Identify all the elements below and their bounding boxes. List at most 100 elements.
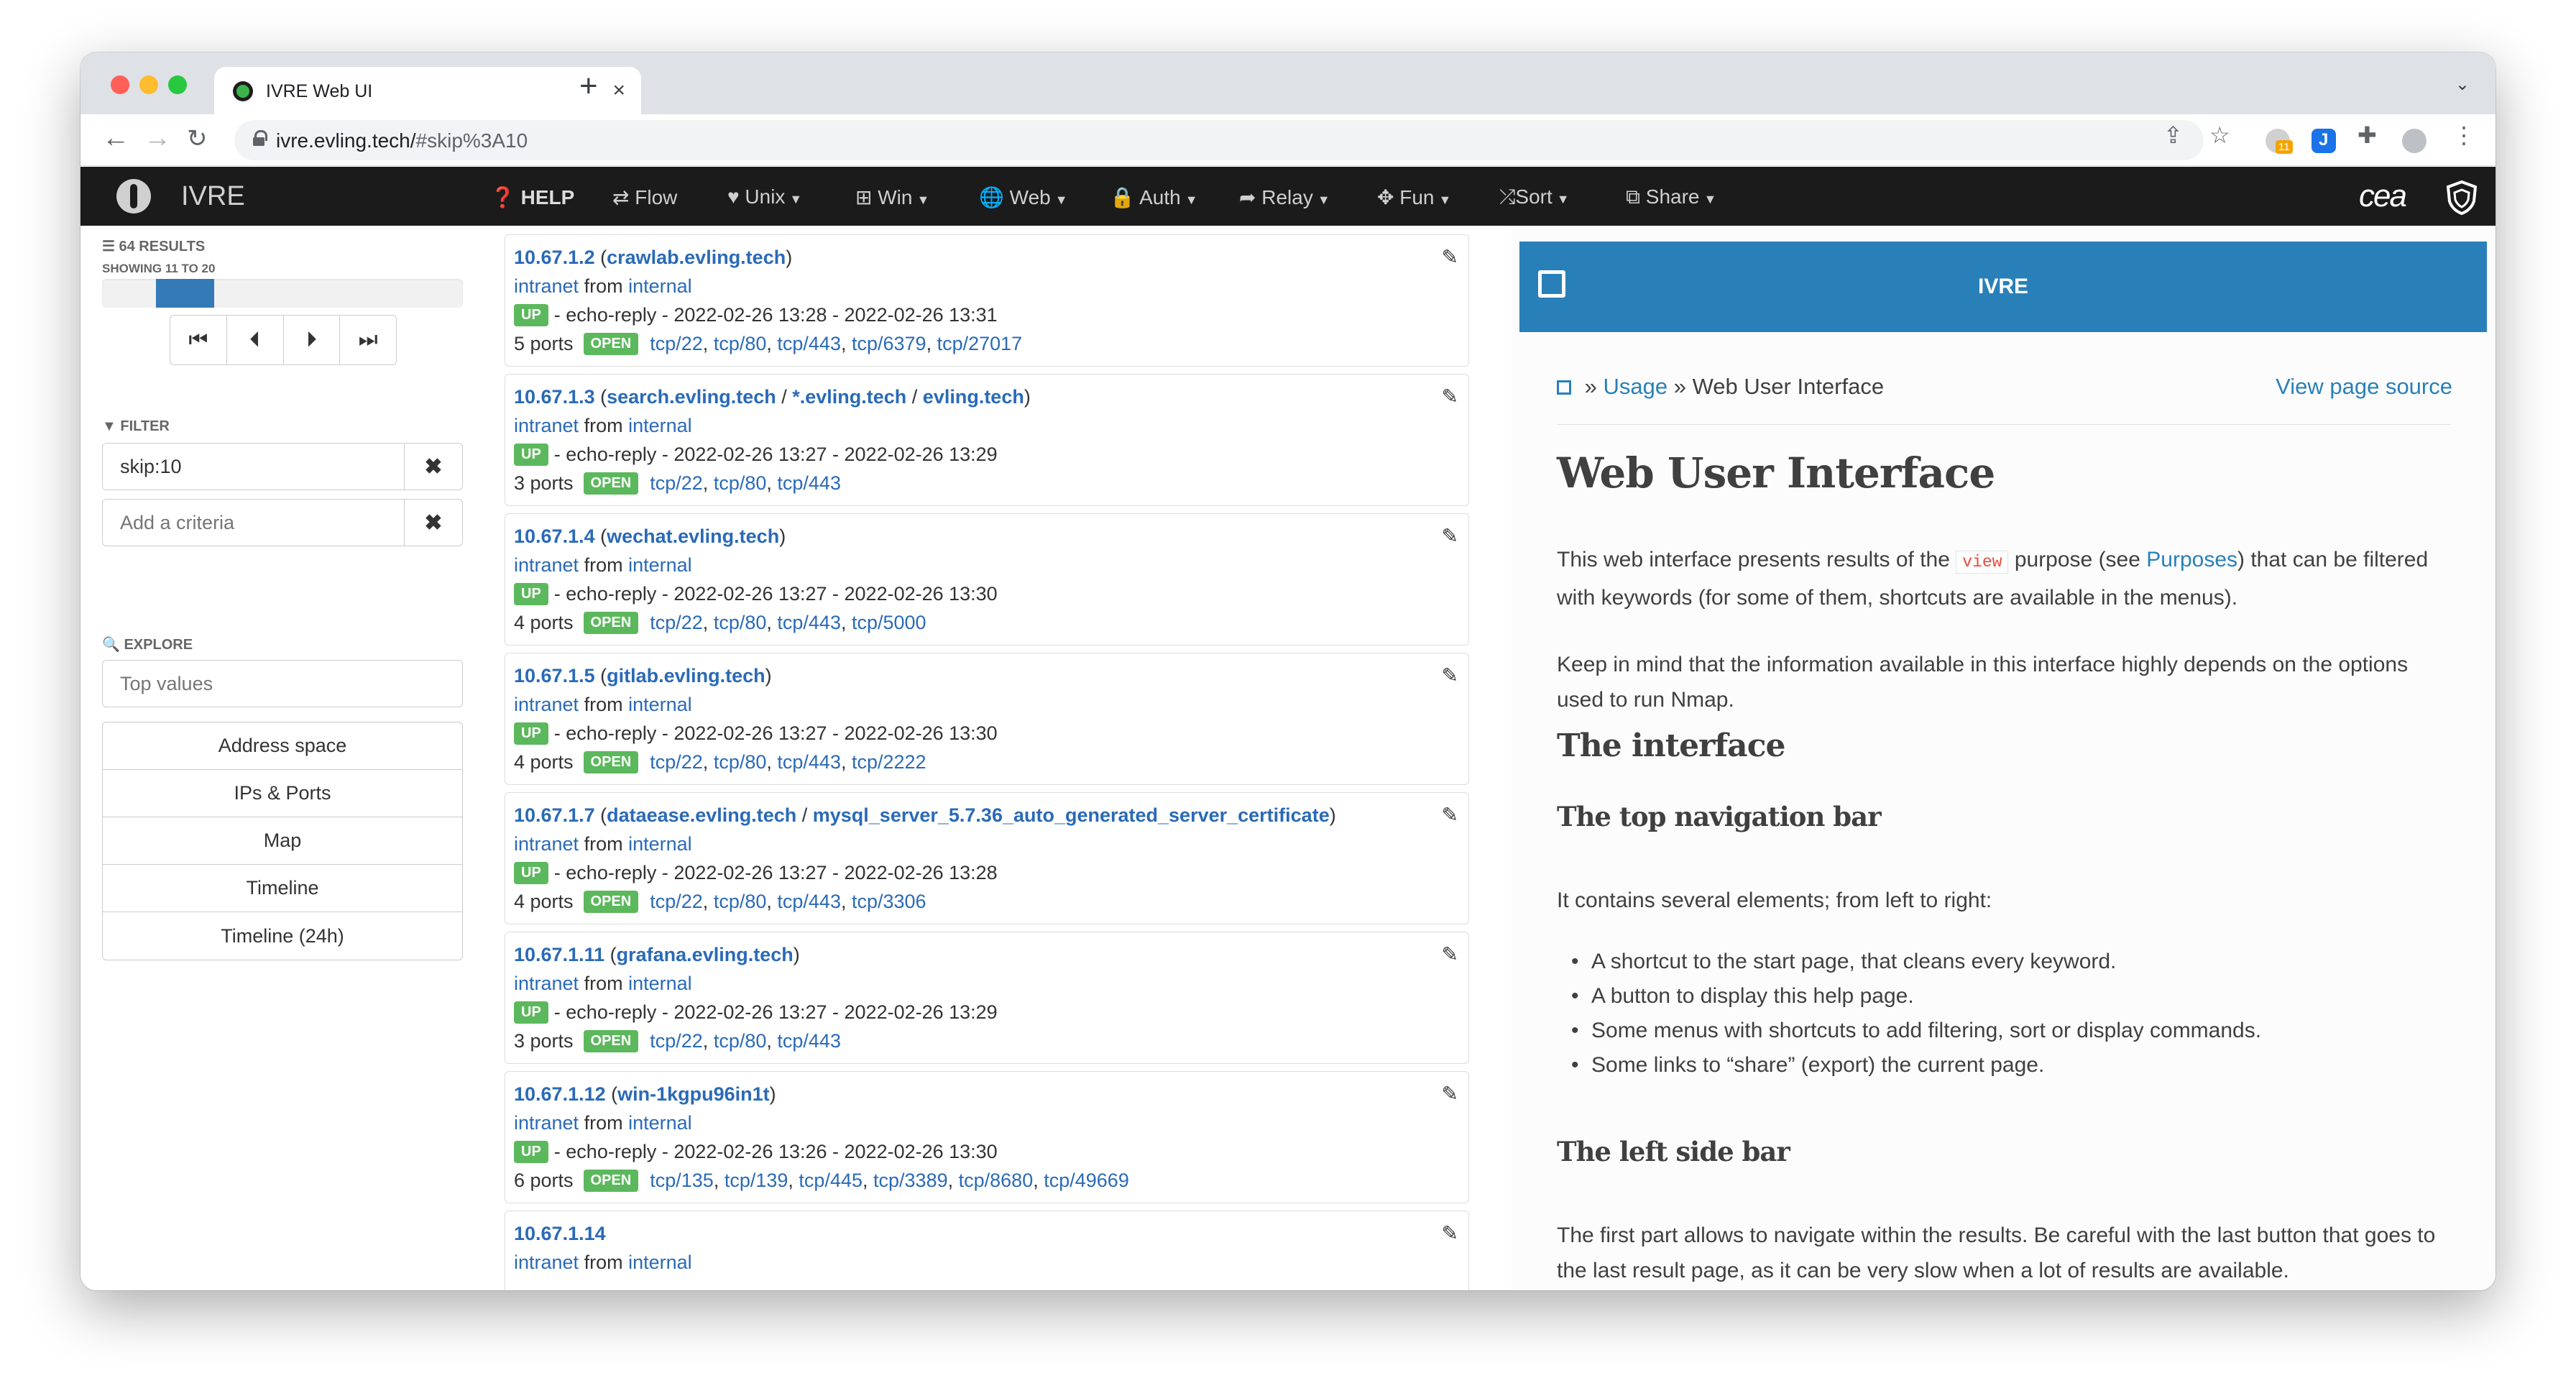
host-ip-link[interactable]: 10.67.1.3 — [514, 386, 595, 408]
previous-page-button[interactable]: ⏴ — [227, 316, 284, 364]
port-link[interactable]: tcp/443 — [777, 1030, 841, 1052]
port-link[interactable]: tcp/22 — [650, 612, 703, 633]
tab-close-icon[interactable]: × — [612, 78, 625, 103]
address-bar[interactable]: ivre.evling.tech/#skip%3A10 — [234, 120, 2204, 160]
extension-icon[interactable]: 11 — [2266, 129, 2293, 154]
nav-relay[interactable]: ➦ Relay ▼ — [1239, 185, 1330, 209]
first-page-button[interactable]: ⏮ — [170, 316, 227, 364]
back-arrow-icon[interactable]: ← — [102, 123, 129, 154]
nav-share[interactable]: ⧉ Share ▼ — [1626, 185, 1716, 209]
next-page-button[interactable]: ⏵ — [284, 316, 341, 364]
nav-unix[interactable]: ♥ Unix ▼ — [727, 185, 802, 208]
explore-map[interactable]: Map — [103, 817, 462, 865]
nav-win[interactable]: ⊞ Win ▼ — [855, 185, 929, 209]
category-link[interactable]: intranet — [514, 1112, 579, 1134]
bookmark-star-icon[interactable]: ☆ — [2209, 121, 2230, 149]
top-values-input[interactable] — [102, 660, 463, 707]
edit-pencil-icon[interactable]: ✎ — [1442, 942, 1458, 966]
port-link[interactable]: tcp/443 — [777, 612, 841, 633]
explore-timeline[interactable]: Timeline — [103, 865, 462, 912]
ivre-logo-icon[interactable] — [116, 179, 151, 213]
port-link[interactable]: tcp/3306 — [852, 891, 926, 912]
forward-arrow-icon[interactable]: → — [144, 123, 171, 154]
filter-input[interactable] — [103, 444, 405, 490]
view-source-link[interactable]: View page source — [2276, 374, 2452, 400]
edit-pencil-icon[interactable]: ✎ — [1442, 1082, 1458, 1106]
port-link[interactable]: tcp/443 — [777, 891, 841, 912]
last-page-button[interactable]: ⏭ — [340, 316, 396, 364]
source-link[interactable]: internal — [628, 415, 692, 436]
category-link[interactable]: intranet — [514, 694, 579, 715]
cea-logo[interactable]: cea — [2359, 178, 2407, 214]
extensions-puzzle-icon[interactable]: ✚ — [2358, 121, 2377, 149]
port-link[interactable]: tcp/22 — [650, 333, 703, 354]
port-link[interactable]: tcp/22 — [650, 751, 703, 773]
extension-j-icon[interactable]: J — [2312, 129, 2336, 153]
hostname-link[interactable]: search.evling.tech — [607, 386, 776, 408]
hostname-link[interactable]: grafana.evling.tech — [617, 944, 794, 965]
port-link[interactable]: tcp/3389 — [873, 1170, 948, 1191]
edit-pencil-icon[interactable]: ✎ — [1442, 663, 1458, 687]
hostname-link[interactable]: mysql_server_5.7.36_auto_generated_serve… — [813, 804, 1330, 826]
source-link[interactable]: internal — [628, 694, 692, 715]
brand-title[interactable]: IVRE — [181, 181, 245, 212]
source-link[interactable]: internal — [628, 1112, 692, 1134]
nav-sort[interactable]: ⤮Sort ▼ — [1499, 185, 1570, 209]
edit-pencil-icon[interactable]: ✎ — [1442, 524, 1458, 548]
category-link[interactable]: intranet — [514, 275, 579, 297]
browser-menu-icon[interactable]: ⋮ — [2452, 121, 2475, 149]
port-link[interactable]: tcp/443 — [777, 751, 841, 773]
hostname-link[interactable]: win-1kgpu96in1t — [617, 1083, 770, 1105]
edit-pencil-icon[interactable]: ✎ — [1442, 1221, 1458, 1245]
port-link[interactable]: tcp/22 — [650, 891, 703, 912]
host-ip-link[interactable]: 10.67.1.14 — [514, 1223, 606, 1244]
nav-help[interactable]: ❓ HELP — [490, 185, 574, 209]
host-ip-link[interactable]: 10.67.1.4 — [514, 525, 595, 547]
new-tab-button[interactable]: + — [579, 68, 598, 104]
add-criteria-input[interactable] — [103, 500, 405, 546]
edit-pencil-icon[interactable]: ✎ — [1442, 245, 1458, 269]
tab-search-chevron-icon[interactable]: ⌄ — [2455, 74, 2470, 95]
host-ip-link[interactable]: 10.67.1.12 — [514, 1083, 606, 1105]
port-link[interactable]: tcp/27017 — [937, 333, 1023, 354]
hostname-link[interactable]: dataease.evling.tech — [607, 804, 796, 826]
source-link[interactable]: internal — [628, 1252, 692, 1273]
port-link[interactable]: tcp/2222 — [852, 751, 926, 773]
nav-fun[interactable]: ✥ Fun ▼ — [1377, 185, 1451, 209]
home-icon[interactable] — [1557, 380, 1571, 395]
shield-logo-icon[interactable] — [2445, 180, 2478, 216]
category-link[interactable]: intranet — [514, 973, 579, 994]
breadcrumb-usage-link[interactable]: Usage — [1604, 374, 1668, 399]
port-link[interactable]: tcp/49669 — [1044, 1170, 1129, 1191]
edit-pencil-icon[interactable]: ✎ — [1442, 803, 1458, 827]
host-ip-link[interactable]: 10.67.1.2 — [514, 247, 595, 268]
port-link[interactable]: tcp/443 — [777, 333, 841, 354]
docs-header-title[interactable]: IVRE — [1519, 275, 2487, 299]
edit-pencil-icon[interactable]: ✎ — [1442, 385, 1458, 408]
source-link[interactable]: internal — [628, 554, 692, 576]
category-link[interactable]: intranet — [514, 1252, 579, 1273]
port-link[interactable]: tcp/135 — [650, 1170, 714, 1191]
port-link[interactable]: tcp/8680 — [959, 1170, 1034, 1191]
port-link[interactable]: tcp/443 — [777, 472, 841, 494]
close-window-button[interactable] — [111, 75, 129, 94]
share-icon[interactable]: ⇪ — [2163, 121, 2183, 149]
zoom-window-button[interactable] — [168, 75, 187, 94]
source-link[interactable]: internal — [628, 275, 692, 297]
hostname-link[interactable]: crawlab.evling.tech — [607, 247, 786, 268]
port-link[interactable]: tcp/139 — [724, 1170, 788, 1191]
port-link[interactable]: tcp/22 — [650, 472, 703, 494]
port-link[interactable]: tcp/80 — [714, 751, 767, 773]
host-ip-link[interactable]: 10.67.1.5 — [514, 665, 595, 686]
category-link[interactable]: intranet — [514, 415, 579, 436]
port-link[interactable]: tcp/80 — [714, 333, 767, 354]
hostname-link[interactable]: wechat.evling.tech — [607, 525, 779, 547]
port-link[interactable]: tcp/6379 — [852, 333, 926, 354]
port-link[interactable]: tcp/80 — [714, 1030, 767, 1052]
reload-icon[interactable]: ↻ — [187, 124, 208, 153]
port-link[interactable]: tcp/80 — [714, 891, 767, 912]
host-ip-link[interactable]: 10.67.1.7 — [514, 804, 595, 826]
port-link[interactable]: tcp/80 — [714, 472, 767, 494]
port-link[interactable]: tcp/80 — [714, 612, 767, 633]
port-link[interactable]: tcp/445 — [799, 1170, 862, 1191]
